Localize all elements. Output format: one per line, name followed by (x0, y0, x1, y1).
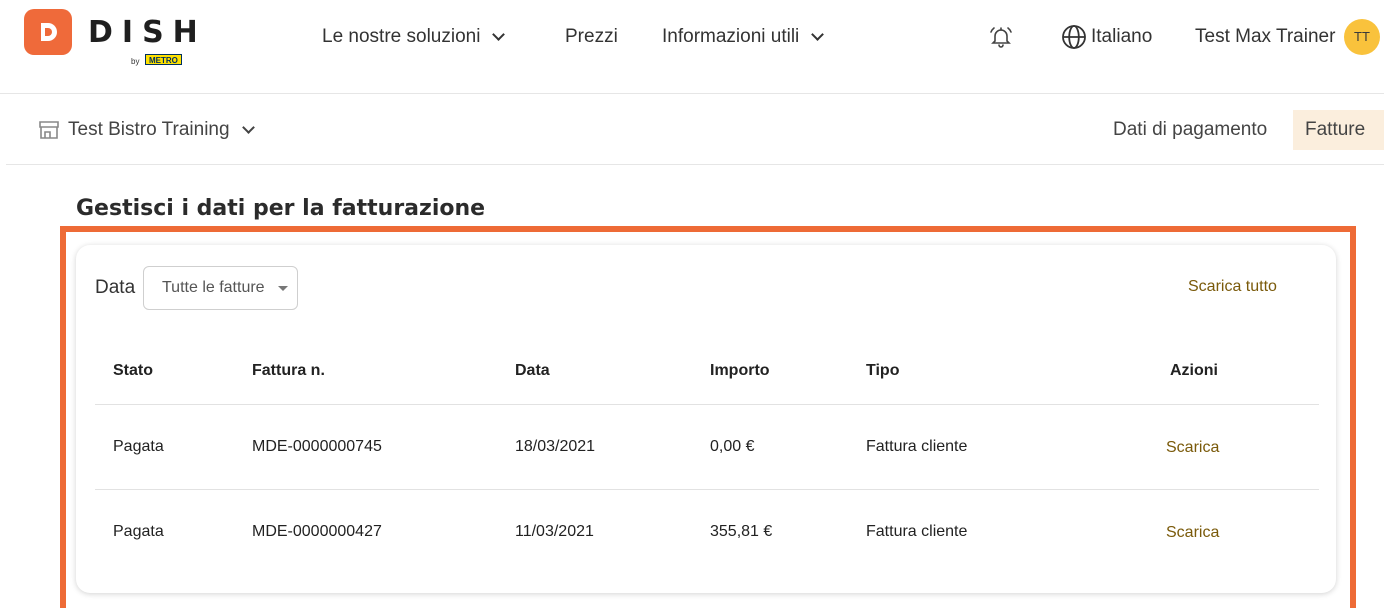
column-header-amount: Importo (710, 362, 770, 379)
logo-by-text: by (131, 57, 140, 66)
column-header-date: Data (515, 362, 550, 379)
store-name: Test Bistro Training (68, 119, 230, 140)
language-selector[interactable]: Italiano (1061, 24, 1152, 50)
invoice-filter-select[interactable]: Tutte le fatture (143, 266, 298, 310)
nav-item-prices[interactable]: Prezzi (565, 24, 618, 50)
download-all-link[interactable]: Scarica tutto (1188, 278, 1277, 296)
globe-icon (1062, 25, 1086, 49)
invoices-card: Data Tutte le fatture Scarica tutto Stat… (76, 245, 1336, 593)
column-header-status: Stato (113, 362, 153, 379)
column-header-type: Tipo (866, 362, 900, 379)
caret-down-icon (278, 286, 288, 291)
table-divider (95, 404, 1319, 405)
notifications-bell-icon[interactable] (988, 24, 1014, 50)
nav-item-useful-info[interactable]: Informazioni utili (662, 24, 825, 50)
chevron-down-icon (811, 28, 825, 41)
cell-invoice-number: MDE-0000000745 (252, 438, 382, 455)
cell-date: 11/03/2021 (515, 523, 594, 540)
chevron-down-icon (492, 28, 506, 41)
tab-payment-data[interactable]: Dati di pagamento (1101, 110, 1279, 150)
cell-invoice-number: MDE-0000000427 (252, 523, 382, 540)
chevron-down-icon (241, 121, 255, 134)
user-name[interactable]: Test Max Trainer (1195, 24, 1335, 50)
dish-logo-badge-icon (24, 9, 72, 55)
column-header-invoice-number: Fattura n. (252, 362, 325, 379)
top-header: DISH by METRO Le nostre soluzioni Prezzi… (0, 0, 1384, 94)
cell-status: Pagata (113, 523, 164, 540)
cell-amount: 0,00 € (710, 438, 755, 455)
nav-item-solutions[interactable]: Le nostre soluzioni (322, 24, 506, 50)
metro-logo: METRO (145, 54, 182, 65)
page-title: Gestisci i dati per la fatturazione (76, 196, 486, 221)
column-header-actions: Azioni (1170, 362, 1218, 379)
cell-type: Fattura cliente (866, 523, 968, 540)
download-invoice-link[interactable]: Scarica (1166, 524, 1219, 542)
tab-invoices[interactable]: Fatture (1293, 110, 1384, 150)
cell-status: Pagata (113, 438, 164, 455)
store-selector[interactable]: Test Bistro Training (38, 117, 255, 143)
cell-amount: 355,81 € (710, 523, 773, 540)
dish-logo[interactable]: DISH by METRO (24, 9, 198, 69)
nav-item-label: Prezzi (565, 26, 618, 47)
nav-item-label: Informazioni utili (662, 26, 800, 47)
avatar[interactable]: TT (1344, 19, 1380, 55)
store-icon (39, 121, 59, 139)
cell-date: 18/03/2021 (515, 438, 596, 455)
logo-wordmark: DISH (88, 15, 207, 50)
download-invoice-link[interactable]: Scarica (1166, 439, 1219, 457)
language-label: Italiano (1091, 26, 1153, 47)
table-divider (95, 489, 1319, 490)
nav-item-label: Le nostre soluzioni (322, 26, 481, 47)
sub-header: Test Bistro Training Dati di pagamento F… (6, 95, 1384, 165)
cell-type: Fattura cliente (866, 438, 968, 455)
filter-label: Data (95, 277, 136, 298)
filter-value: Tutte le fatture (162, 279, 265, 296)
